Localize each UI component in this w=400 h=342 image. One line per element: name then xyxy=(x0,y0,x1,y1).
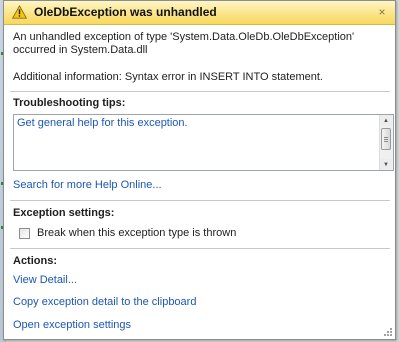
break-when-thrown-checkbox[interactable] xyxy=(19,227,30,239)
additional-information: Additional information: Syntax error in … xyxy=(13,71,323,83)
grip-line xyxy=(384,139,388,140)
section-divider xyxy=(10,91,390,92)
exception-settings-heading: Exception settings: xyxy=(13,207,115,219)
exception-message: An unhandled exception of type 'System.D… xyxy=(13,31,355,56)
scroll-down-arrow-icon[interactable]: ▼ xyxy=(380,159,392,170)
grip-line xyxy=(384,141,388,142)
exception-assistant-dialog: OleDbException was unhandled × An unhand… xyxy=(3,0,396,340)
close-button[interactable]: × xyxy=(375,5,389,19)
section-divider xyxy=(10,248,390,249)
tip-link-general-help[interactable]: Get general help for this exception. xyxy=(17,117,188,129)
grip-line xyxy=(384,137,388,138)
scroll-thumb[interactable] xyxy=(381,128,391,150)
dialog-titlebar: OleDbException was unhandled × xyxy=(4,1,395,25)
open-exception-settings-link[interactable]: Open exception settings xyxy=(13,319,131,331)
break-when-thrown-label[interactable]: Break when this exception type is thrown xyxy=(37,227,236,239)
warning-icon xyxy=(12,5,27,19)
section-divider xyxy=(10,200,390,201)
troubleshooting-heading: Troubleshooting tips: xyxy=(13,97,126,109)
view-detail-link[interactable]: View Detail... xyxy=(13,274,77,286)
tips-scrollbar[interactable]: ▲ ▼ xyxy=(379,115,393,170)
search-help-online-link[interactable]: Search for more Help Online... xyxy=(13,179,162,191)
actions-heading: Actions: xyxy=(13,255,57,267)
copy-exception-detail-link[interactable]: Copy exception detail to the clipboard xyxy=(13,296,196,308)
scroll-up-arrow-icon[interactable]: ▲ xyxy=(380,115,392,126)
dialog-title: OleDbException was unhandled xyxy=(34,5,217,19)
resize-grip-icon[interactable] xyxy=(383,327,393,337)
troubleshooting-tips-list[interactable]: Get general help for this exception. ▲ ▼ xyxy=(13,114,394,171)
break-when-thrown-option[interactable]: Break when this exception type is thrown xyxy=(19,227,236,239)
